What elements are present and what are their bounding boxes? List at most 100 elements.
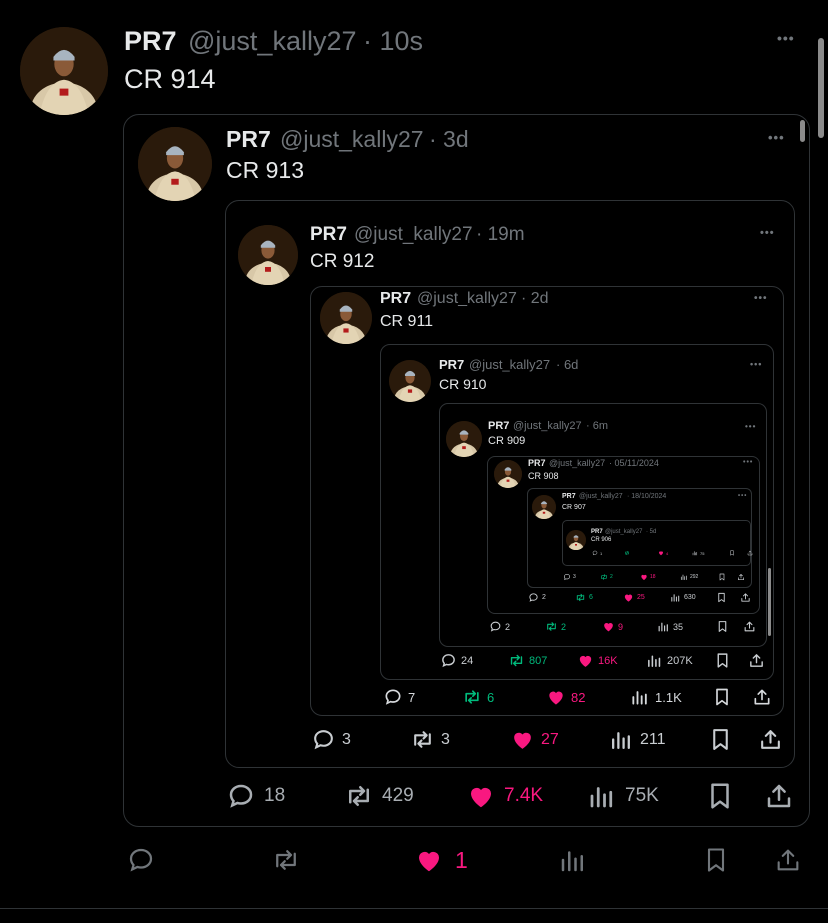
like-count: 82 [571, 689, 586, 705]
bookmark-button[interactable] [712, 687, 732, 707]
retweet-button[interactable]: 6 [575, 592, 593, 603]
views-count: 207K [667, 654, 693, 667]
more-options-icon[interactable]: ••• [750, 359, 762, 369]
scrollbar[interactable] [800, 120, 805, 142]
reply-button[interactable]: 2 [489, 620, 510, 633]
retweet-count: 6 [487, 689, 495, 705]
reply-button[interactable]: 18 [226, 781, 285, 811]
retweet-button[interactable]: 2 [600, 573, 613, 581]
share-button[interactable] [737, 573, 745, 581]
bookmark-button[interactable] [705, 781, 735, 811]
share-button[interactable] [774, 845, 802, 875]
heart-icon [419, 851, 439, 872]
reply-button[interactable]: 1 [592, 550, 602, 556]
views-button[interactable]: 211 [609, 727, 666, 752]
retweet-icon [276, 850, 296, 870]
like-button[interactable]: 27 [510, 727, 559, 752]
share-button[interactable] [748, 652, 765, 669]
bookmark-icon [707, 848, 725, 872]
scrollbar[interactable] [768, 568, 771, 636]
author-handle: @just_kally27 [354, 224, 473, 245]
like-button[interactable]: 82 [546, 687, 585, 707]
retweet-button[interactable]: 6 [462, 687, 494, 707]
like-button[interactable]: 7.4K [466, 781, 543, 811]
tweet-time: · 6d [556, 357, 579, 372]
more-options-icon[interactable]: ••• [760, 227, 775, 239]
share-button[interactable] [743, 620, 756, 633]
reply-button[interactable] [126, 845, 156, 875]
avatar[interactable] [566, 530, 586, 550]
views-button[interactable] [558, 845, 588, 875]
like-button[interactable]: 9 [602, 620, 623, 633]
avatar[interactable] [238, 225, 298, 285]
retweet-button[interactable]: 429 [344, 781, 414, 811]
retweet-button[interactable] [624, 550, 632, 556]
more-options-icon[interactable]: ••• [743, 459, 753, 466]
avatar[interactable] [494, 460, 522, 488]
bookmark-button[interactable] [716, 620, 729, 633]
author-handle[interactable]: @just_kally27 [188, 26, 357, 57]
like-count: 18 [650, 574, 656, 580]
share-button[interactable] [747, 550, 753, 556]
views-button[interactable]: 630 [670, 592, 696, 603]
reply-icon [490, 621, 501, 632]
reply-button[interactable]: 24 [440, 652, 473, 669]
share-button[interactable] [752, 687, 772, 707]
retweet-button[interactable] [270, 845, 302, 875]
views-button[interactable]: 75 [692, 550, 704, 556]
avatar[interactable] [446, 421, 482, 457]
reply-button[interactable]: 3 [311, 727, 351, 752]
reply-button[interactable]: 7 [383, 687, 415, 707]
tweet-text: CR 909 [488, 435, 526, 447]
avatar[interactable] [532, 495, 556, 519]
tweet-time[interactable]: · 10s [363, 26, 423, 57]
share-button[interactable] [764, 781, 794, 811]
retweet-button[interactable]: 2 [545, 620, 566, 633]
retweet-button[interactable]: 3 [410, 727, 450, 752]
avatar[interactable] [138, 127, 212, 201]
views-button[interactable]: 292 [680, 573, 698, 581]
share-button[interactable] [740, 592, 751, 603]
reply-button[interactable]: 3 [563, 573, 576, 581]
like-button[interactable]: 25 [623, 592, 645, 603]
avatar[interactable] [320, 292, 372, 344]
more-options-icon[interactable]: ••• [777, 30, 795, 46]
author-name[interactable]: PR7 [124, 26, 177, 57]
author-name: PR7 [380, 290, 412, 307]
author-handle: @just_kally27 [280, 126, 424, 152]
bookmark-button[interactable] [718, 573, 726, 581]
retweet-button[interactable]: 807 [508, 652, 547, 669]
more-options-icon[interactable]: ••• [768, 130, 785, 145]
like-button[interactable]: 4 [658, 550, 668, 556]
avatar[interactable] [20, 27, 108, 115]
scrollbar[interactable] [818, 38, 824, 138]
bookmark-button[interactable] [702, 845, 730, 875]
views-button[interactable]: 207K [646, 652, 693, 669]
like-count: 25 [637, 594, 645, 601]
bookmark-button[interactable] [708, 727, 733, 752]
like-button[interactable]: 18 [640, 573, 656, 581]
bookmark-button[interactable] [729, 550, 735, 556]
bookmark-button[interactable] [714, 652, 731, 669]
retweet-count: 6 [589, 594, 593, 601]
more-options-icon[interactable]: ••• [754, 293, 768, 304]
author-name: PR7 [439, 357, 465, 372]
bookmark-button[interactable] [716, 592, 727, 603]
share-button[interactable] [758, 727, 783, 752]
avatar[interactable] [389, 360, 431, 402]
like-button[interactable]: 16K [577, 652, 618, 669]
heart-icon [624, 594, 633, 602]
author-handle: @just_kally27 [417, 290, 517, 307]
like-button[interactable]: 1 [413, 845, 468, 875]
more-options-icon[interactable]: ••• [738, 493, 747, 499]
quoted-tweet-card[interactable] [562, 520, 751, 566]
more-options-icon[interactable]: ••• [745, 422, 756, 431]
reply-button[interactable]: 2 [528, 592, 546, 603]
share-icon [744, 621, 755, 632]
views-button[interactable]: 75K [587, 781, 659, 811]
reply-count: 2 [542, 594, 546, 601]
retweet-count: 3 [441, 730, 450, 748]
share-icon [738, 574, 744, 580]
views-button[interactable]: 1.1K [630, 687, 682, 707]
views-button[interactable]: 35 [657, 620, 683, 633]
